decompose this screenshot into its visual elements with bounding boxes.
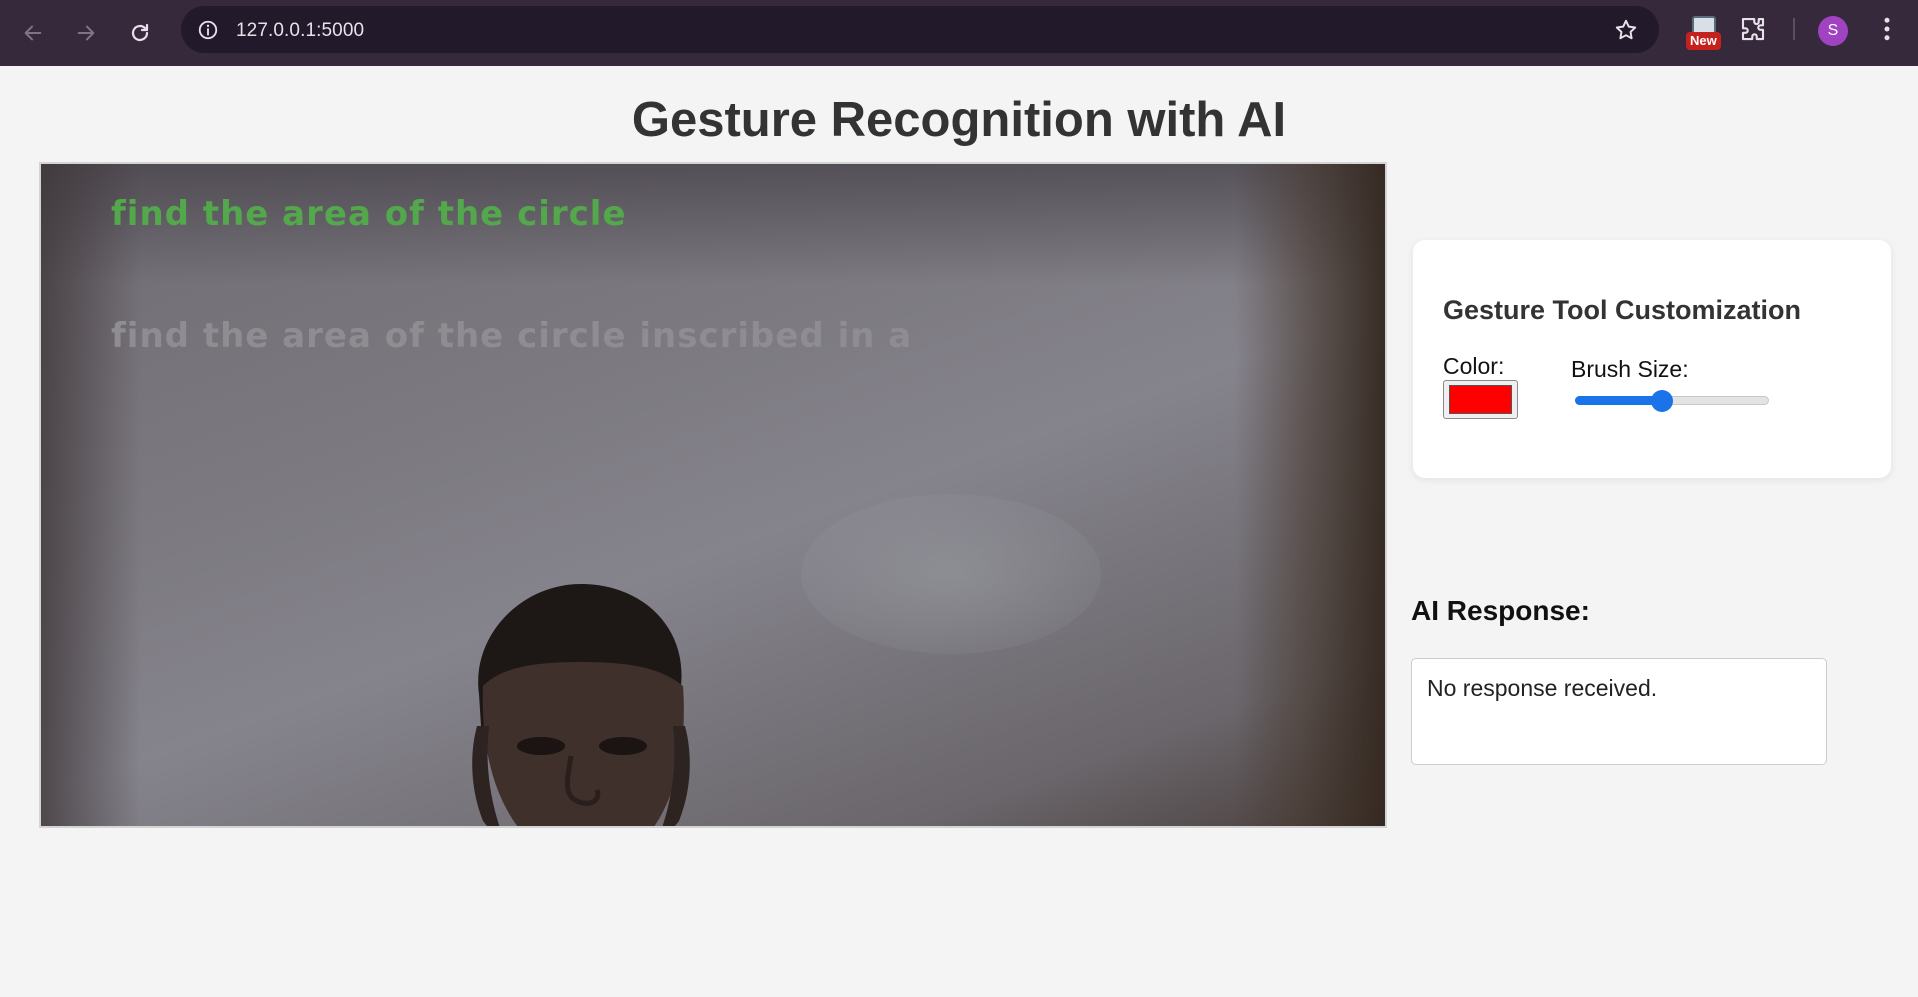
profile-avatar[interactable]: S (1818, 16, 1848, 46)
color-label: Color: (1443, 353, 1505, 379)
star-icon[interactable] (1613, 17, 1639, 43)
site-info-button[interactable] (193, 15, 222, 44)
video-shading (1235, 164, 1385, 826)
puzzle-icon[interactable] (1738, 14, 1768, 44)
browser-toolbar: 127.0.0.1:5000 New S (0, 0, 1918, 66)
info-icon (198, 20, 217, 39)
color-picker[interactable] (1443, 380, 1518, 419)
arrow-right-icon (77, 25, 95, 41)
ai-response-heading: AI Response: (1411, 595, 1590, 626)
arrow-left-icon (24, 25, 42, 41)
page-title: Gesture Recognition with AI (631, 93, 1287, 147)
url-text[interactable]: 127.0.0.1:5000 (236, 20, 364, 42)
slider-fill (1575, 396, 1663, 405)
toolbar-divider (1793, 18, 1795, 40)
video-highlight (801, 494, 1101, 654)
brush-size-label: Brush Size: (1571, 356, 1689, 382)
back-button[interactable] (13, 13, 53, 53)
brush-size-slider[interactable] (1575, 390, 1769, 412)
video-overlay-recognized-text: find the area of the circle inscribed in… (111, 316, 913, 356)
more-vert-icon[interactable] (1872, 14, 1902, 44)
video-shading (41, 164, 141, 826)
tool-panel-heading: Gesture Tool Customization (1443, 295, 1802, 325)
new-badge: New (1686, 32, 1721, 50)
color-swatch-fill (1449, 385, 1512, 414)
ai-response-box: No response received. (1411, 658, 1827, 765)
tool-customization-panel: Gesture Tool Customization Color: Brush … (1413, 240, 1891, 478)
video-feed: find the area of the circle find the are… (39, 162, 1387, 828)
reload-button[interactable] (120, 13, 160, 53)
slider-thumb[interactable] (1651, 390, 1674, 412)
extension-button[interactable]: New (1686, 14, 1724, 52)
person-silhouette (472, 584, 690, 826)
reload-icon (131, 23, 149, 42)
video-overlay-question: find the area of the circle (111, 194, 627, 234)
address-bar[interactable]: 127.0.0.1:5000 (181, 6, 1659, 53)
forward-button[interactable] (66, 13, 106, 53)
